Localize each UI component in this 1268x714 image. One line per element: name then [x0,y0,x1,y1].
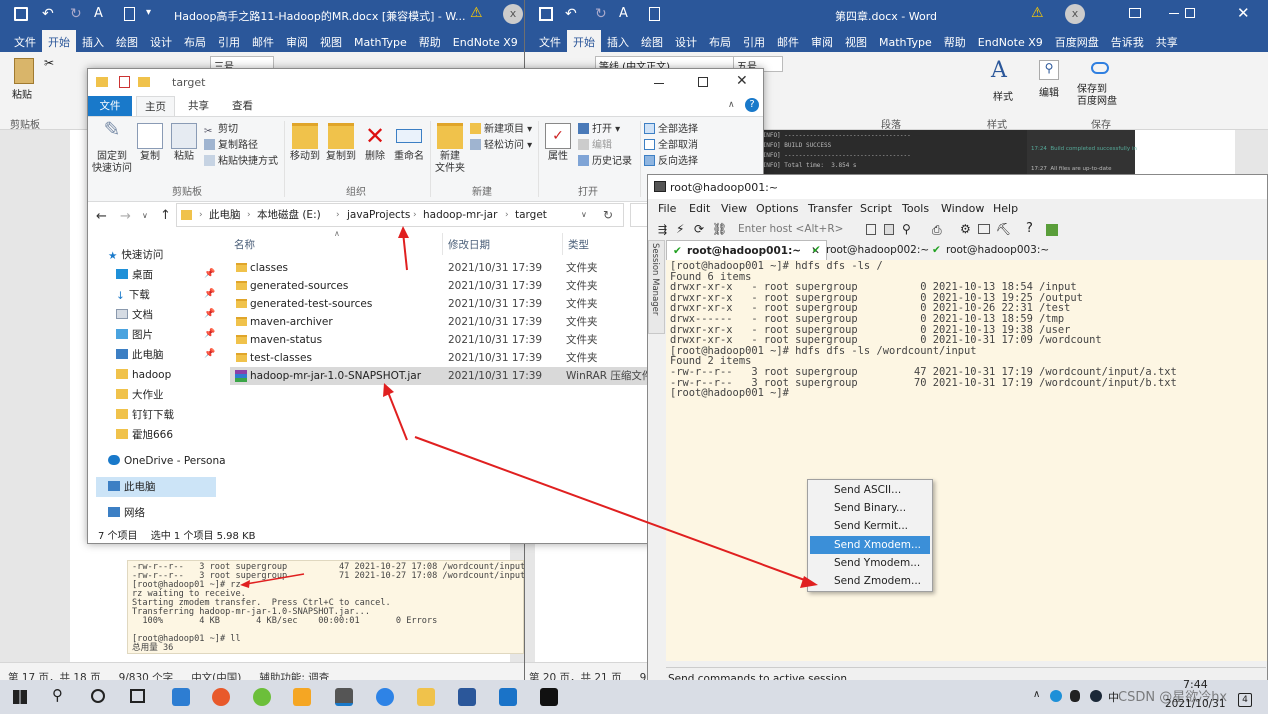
arrow-to-jar [387,391,408,441]
cortana-icon[interactable] [91,689,105,703]
firefox-icon[interactable] [212,688,230,706]
intellij-icon[interactable] [540,688,558,706]
word-taskbar-icon[interactable] [458,688,476,706]
vm-icon[interactable] [293,688,311,706]
clock-time[interactable]: 7:44 [1183,678,1208,691]
task-view-icon[interactable] [130,689,145,703]
annotation-arrows [383,226,818,588]
arrowhead [398,226,409,238]
taskbar: ⚲ ∧ 中 CSDN @星欲冷hx 7:44 2021/10/31 4 [0,678,1268,714]
tray-overflow-icon[interactable]: ∧ [1033,689,1040,700]
clock-date[interactable]: 2021/10/31 [1165,698,1226,710]
search-icon[interactable]: ⚲ [52,686,63,704]
phone-app-icon[interactable] [499,688,517,706]
tray-qq-icon[interactable] [1070,690,1080,702]
arrow-to-zmodem [414,436,811,583]
tray-app-icon[interactable] [1050,690,1062,702]
file-explorer-taskbar-icon[interactable] [417,688,435,706]
notification-icon[interactable]: 4 [1238,693,1252,707]
arrowhead [800,576,818,588]
calculator-icon[interactable] [172,688,190,706]
windows-start-icon[interactable] [13,690,27,704]
feishu-icon[interactable] [376,688,394,706]
tray-steam-icon[interactable] [1090,690,1102,702]
wechat-app-icon[interactable] [253,688,271,706]
securecrt-taskbar-icon[interactable] [335,688,353,706]
